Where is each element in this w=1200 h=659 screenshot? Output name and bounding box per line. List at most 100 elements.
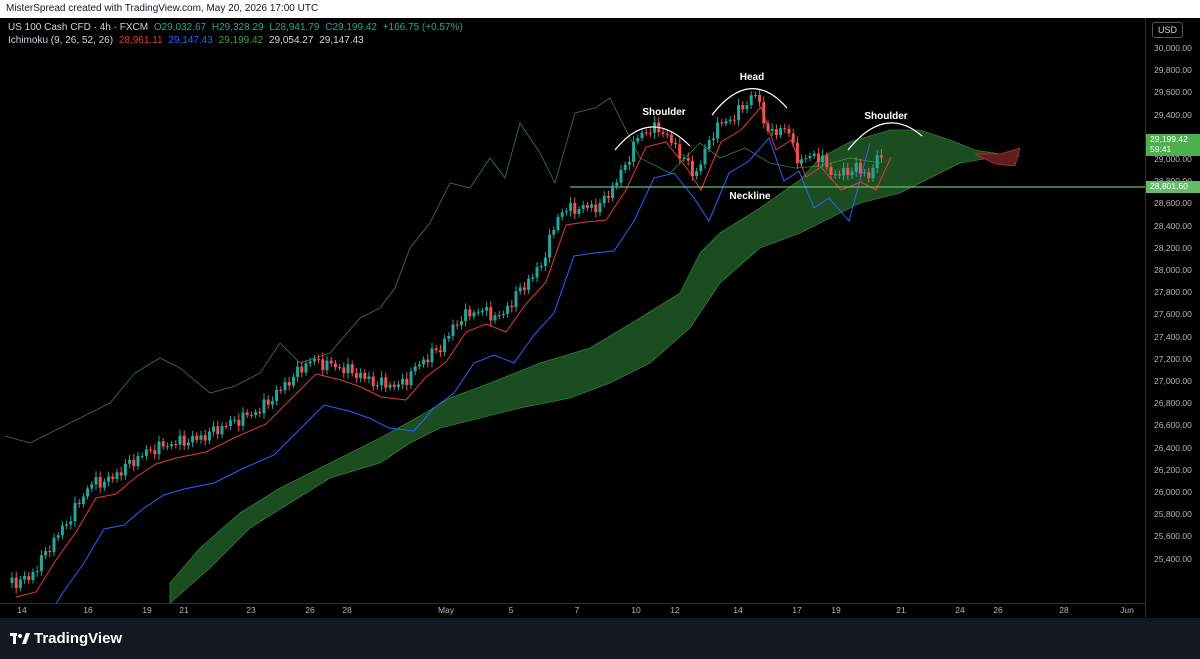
candle-body bbox=[317, 358, 321, 360]
indicator-value-kijun: 29,147.43 bbox=[168, 35, 213, 46]
time-tick: 19 bbox=[831, 605, 841, 615]
candle-body bbox=[111, 476, 115, 480]
candle-body bbox=[228, 420, 232, 426]
currency-button[interactable]: USD bbox=[1152, 22, 1184, 38]
candle-body bbox=[560, 212, 564, 217]
candle-body bbox=[430, 348, 434, 363]
candle-body bbox=[682, 157, 686, 159]
top-bar: MisterSpread created with TradingView.co… bbox=[0, 0, 1200, 18]
candle-body bbox=[128, 459, 132, 464]
candle-body bbox=[741, 105, 745, 110]
candle-body bbox=[879, 155, 883, 158]
candle-body bbox=[846, 167, 850, 176]
head-label: Head bbox=[739, 72, 765, 83]
price-tick: 27,000.00 bbox=[1154, 376, 1192, 386]
candle-body bbox=[65, 524, 69, 526]
candle-body bbox=[837, 174, 841, 176]
candle-body bbox=[338, 367, 342, 369]
price-tick: 25,400.00 bbox=[1154, 553, 1192, 564]
time-tick: 26 bbox=[993, 605, 1003, 615]
candle-body bbox=[636, 138, 640, 142]
time-tick: 12 bbox=[670, 605, 680, 615]
candle-body bbox=[816, 153, 820, 162]
candle-body bbox=[598, 203, 602, 213]
symbol-legend[interactable]: US 100 Cash CFD · 4h · FXCM O29,032.67 H… bbox=[8, 22, 466, 33]
price-tick: 26,400.00 bbox=[1154, 442, 1192, 453]
time-tick: 28 bbox=[342, 605, 352, 615]
candle-body bbox=[224, 425, 228, 427]
price-axis[interactable]: USD 30,000.00 29,800.00 29,600.00 29,400.00… bbox=[1145, 18, 1200, 618]
indicator-legend[interactable]: Ichimoku (9, 26, 52, 26) 28,961.11 29,14… bbox=[8, 35, 367, 46]
candle-body bbox=[854, 162, 858, 172]
candle-body bbox=[77, 502, 81, 505]
price-tick: 29,600.00 bbox=[1154, 87, 1192, 98]
indicator-value-span-b: 29,147.43 bbox=[319, 35, 364, 46]
candle-body bbox=[695, 171, 699, 177]
current-price-value: 29,199.42 bbox=[1150, 134, 1188, 144]
candle-body bbox=[94, 477, 98, 485]
candle-body bbox=[359, 372, 363, 378]
chart-credit: MisterSpread created with TradingView.co… bbox=[6, 3, 319, 14]
time-tick: May bbox=[437, 605, 455, 615]
candle-body bbox=[191, 435, 195, 443]
candle-body bbox=[254, 412, 258, 415]
candle-body bbox=[615, 182, 619, 186]
candle-body bbox=[48, 551, 52, 553]
candle-body bbox=[27, 575, 31, 581]
time-tick: 28 bbox=[1059, 605, 1069, 615]
candle-body bbox=[333, 363, 337, 368]
ohlc-open: O29,032.67 bbox=[153, 22, 207, 33]
candle-body bbox=[44, 551, 48, 556]
tenkan-sen-line bbox=[15, 106, 892, 598]
candle-body bbox=[443, 338, 447, 353]
time-tick: Jun bbox=[1120, 605, 1134, 615]
ichimoku-lines bbox=[4, 97, 892, 603]
candle-body bbox=[90, 484, 94, 489]
candle-body bbox=[451, 324, 455, 336]
candle-body bbox=[212, 426, 216, 432]
candle-body bbox=[18, 579, 22, 588]
price-tick: 26,200.00 bbox=[1154, 464, 1192, 475]
left-shoulder-label: Shoulder bbox=[642, 107, 686, 118]
candle-body bbox=[506, 305, 510, 314]
time-axis[interactable]: 14 16 19 21 23 26 28 May 5 7 10 12 14 17 19 21 24 26 28 Jun bbox=[0, 603, 1145, 618]
candle-body bbox=[422, 359, 426, 365]
tradingview-logo[interactable]: TradingView bbox=[10, 630, 122, 647]
price-tick: 27,200.00 bbox=[1154, 353, 1192, 364]
candle-body bbox=[548, 234, 552, 258]
neckline-label: Neckline bbox=[729, 191, 771, 202]
indicator-value-chikou: 29,199.42 bbox=[218, 35, 264, 46]
candle-body bbox=[178, 435, 182, 445]
candle-body bbox=[476, 312, 480, 314]
candle-body bbox=[195, 435, 199, 440]
candle-body bbox=[287, 382, 291, 386]
candle-body bbox=[249, 414, 253, 416]
candle-body bbox=[157, 441, 161, 455]
price-tick: 27,800.00 bbox=[1154, 287, 1192, 298]
ohlc-close: C29,199.42 bbox=[325, 22, 377, 33]
candle-body bbox=[86, 488, 90, 497]
chart-area[interactable]: US 100 Cash CFD · 4h · FXCM O29,032.67 H… bbox=[0, 18, 1145, 603]
price-tick: 28,000.00 bbox=[1154, 265, 1192, 275]
candle-body bbox=[199, 435, 203, 440]
candle-body bbox=[266, 399, 270, 405]
candle-body bbox=[245, 412, 249, 415]
candle-body bbox=[144, 449, 148, 456]
candle-body bbox=[842, 167, 846, 176]
candle-body bbox=[812, 153, 816, 156]
candle-body bbox=[552, 229, 556, 235]
candle-body bbox=[518, 287, 522, 292]
candle-body bbox=[711, 138, 715, 141]
candle-body bbox=[749, 95, 753, 106]
footer-bar: TradingView bbox=[0, 618, 1200, 659]
candle-body bbox=[594, 204, 598, 213]
candle-body bbox=[640, 132, 644, 139]
chart-canvas[interactable] bbox=[0, 18, 1145, 603]
candle-body bbox=[825, 155, 829, 168]
candle-body bbox=[123, 463, 127, 476]
candle-body bbox=[690, 160, 694, 177]
candle-body bbox=[56, 535, 60, 538]
candle-body bbox=[401, 378, 405, 385]
candle-body bbox=[35, 571, 39, 573]
candle-body bbox=[753, 94, 757, 96]
